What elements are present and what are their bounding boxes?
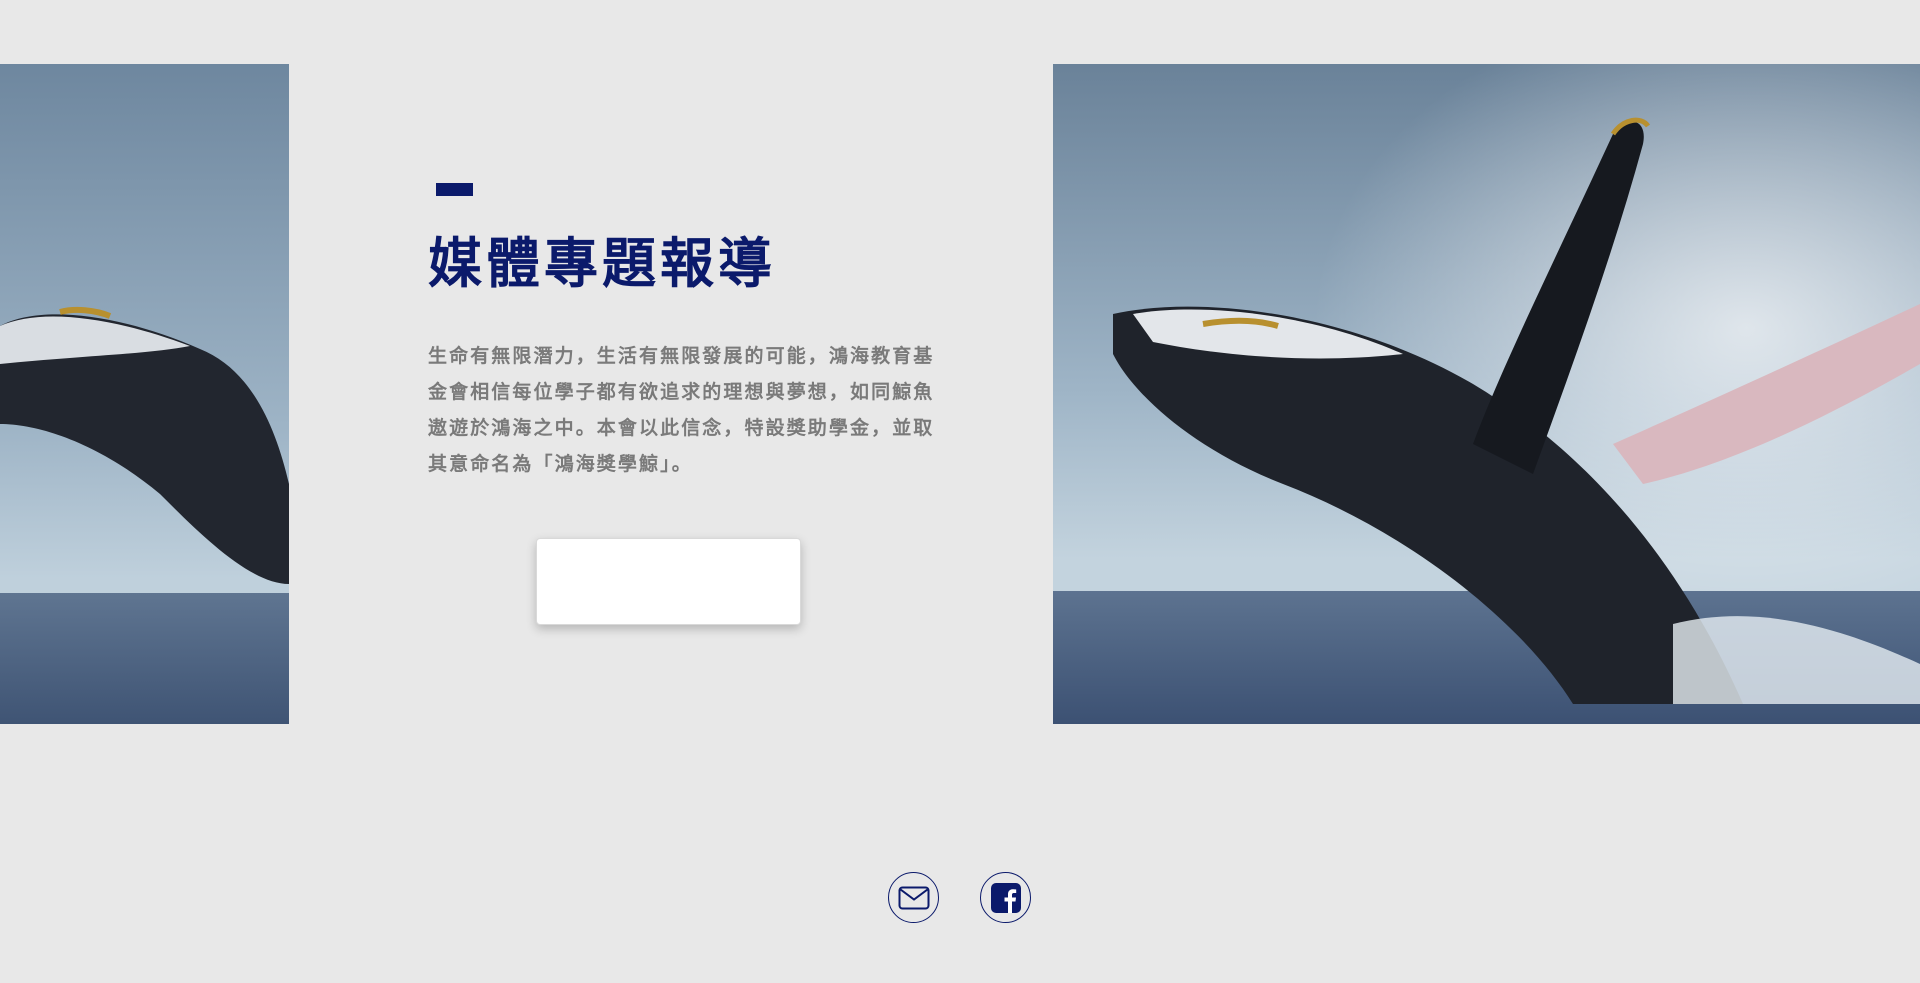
mail-icon [898,886,930,910]
read-more-button[interactable] [536,538,801,625]
page: 媒體專題報導 生命有無限潛力，生活有無限發展的可能，鴻海教育基金會相信每位學子都… [0,0,1920,983]
whale-photo-left [0,64,289,724]
whale-photo-right [1053,64,1920,724]
title-accent-bar [436,183,473,196]
mail-link[interactable] [888,872,939,923]
facebook-link[interactable] [980,872,1031,923]
facebook-icon [990,882,1021,913]
intro-paragraph: 生命有無限潛力，生活有無限發展的可能，鴻海教育基金會相信每位學子都有欲追求的理想… [428,345,935,475]
page-title: 媒體專題報導 [428,232,776,295]
